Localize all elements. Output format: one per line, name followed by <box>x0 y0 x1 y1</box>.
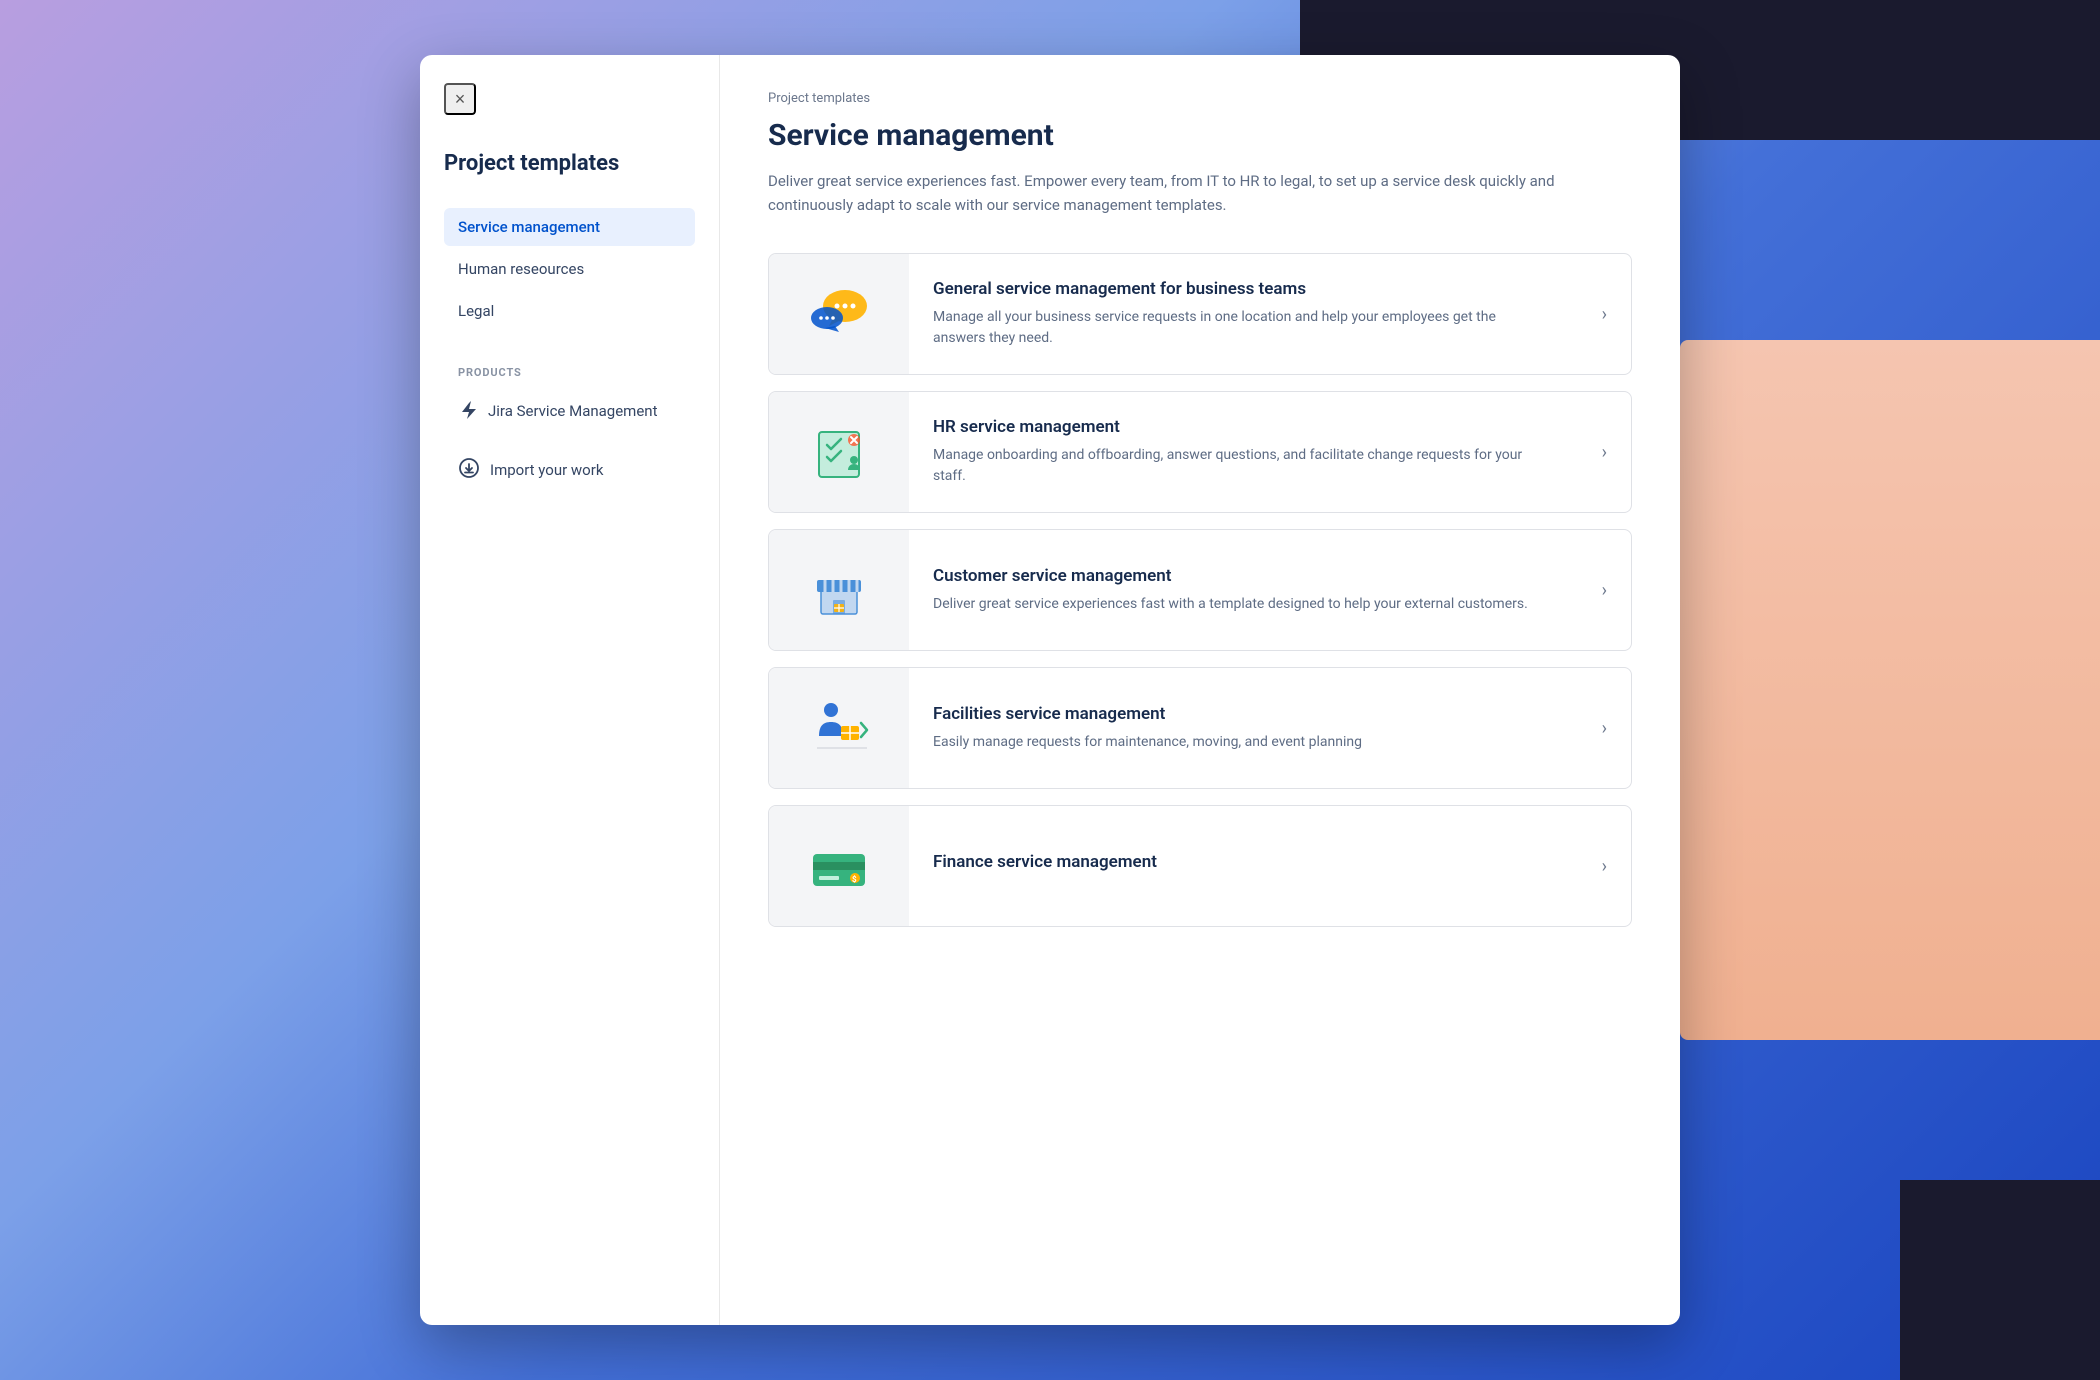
page-description: Deliver great service experiences fast. … <box>768 169 1628 217</box>
card-desc-hr: Manage onboarding and offboarding, answe… <box>933 445 1533 487</box>
card-title-finance: Finance service management <box>933 852 1554 872</box>
sidebar-item-import[interactable]: Import your work <box>444 447 695 493</box>
page-title: Service management <box>768 118 1632 153</box>
card-body-hr: HR service management Manage onboarding … <box>909 397 1578 507</box>
bg-salmon <box>1680 340 2100 1040</box>
template-card-facilities-service[interactable]: Facilities service management Easily man… <box>768 667 1632 789</box>
template-card-general-service[interactable]: General service management for business … <box>768 253 1632 375</box>
sidebar-title: Project templates <box>444 151 695 176</box>
sidebar-item-jira-service-management[interactable]: Jira Service Management <box>444 391 695 431</box>
card-title-general: General service management for business … <box>933 279 1554 299</box>
import-icon <box>458 457 480 483</box>
breadcrumb: Project templates <box>768 91 1632 106</box>
card-chevron-facilities: › <box>1578 718 1631 739</box>
card-chevron-customer: › <box>1578 580 1631 601</box>
template-card-customer-service[interactable]: Customer service management Deliver grea… <box>768 529 1632 651</box>
card-title-hr: HR service management <box>933 417 1554 437</box>
card-body-finance: Finance service management <box>909 832 1578 900</box>
products-section-label: PRODUCTS <box>444 366 695 379</box>
card-body-general: General service management for business … <box>909 259 1578 369</box>
template-card-finance-service[interactable]: $ Finance service management › <box>768 805 1632 927</box>
jira-service-management-icon <box>458 401 478 421</box>
card-icon-general <box>769 254 909 374</box>
sidebar-nav: Service management Human reseources Lega… <box>444 208 695 334</box>
main-content: Project templates Service management Del… <box>720 55 1680 1325</box>
card-title-customer: Customer service management <box>933 566 1554 586</box>
card-chevron-hr: › <box>1578 442 1631 463</box>
modal-dialog: × Project templates Service management H… <box>420 55 1680 1325</box>
card-desc-customer: Deliver great service experiences fast w… <box>933 594 1533 615</box>
template-card-hr-service[interactable]: HR service management Manage onboarding … <box>768 391 1632 513</box>
sidebar-item-legal[interactable]: Legal <box>444 292 695 330</box>
card-icon-hr <box>769 392 909 512</box>
sidebar-item-service-management[interactable]: Service management <box>444 208 695 246</box>
sidebar: × Project templates Service management H… <box>420 55 720 1325</box>
sidebar-item-human-resources[interactable]: Human reseources <box>444 250 695 288</box>
card-body-facilities: Facilities service management Easily man… <box>909 684 1578 773</box>
card-icon-customer <box>769 530 909 650</box>
card-chevron-general: › <box>1578 304 1631 325</box>
card-icon-facilities <box>769 668 909 788</box>
bg-dark-bottom <box>1900 1180 2100 1380</box>
jira-service-management-label: Jira Service Management <box>488 402 657 420</box>
card-icon-finance: $ <box>769 806 909 926</box>
card-title-facilities: Facilities service management <box>933 704 1554 724</box>
card-chevron-finance: › <box>1578 856 1631 877</box>
card-desc-facilities: Easily manage requests for maintenance, … <box>933 732 1533 753</box>
import-label: Import your work <box>490 461 603 479</box>
card-desc-general: Manage all your business service request… <box>933 307 1533 349</box>
card-body-customer: Customer service management Deliver grea… <box>909 546 1578 635</box>
svg-text:$: $ <box>852 875 857 884</box>
close-button[interactable]: × <box>444 83 476 115</box>
